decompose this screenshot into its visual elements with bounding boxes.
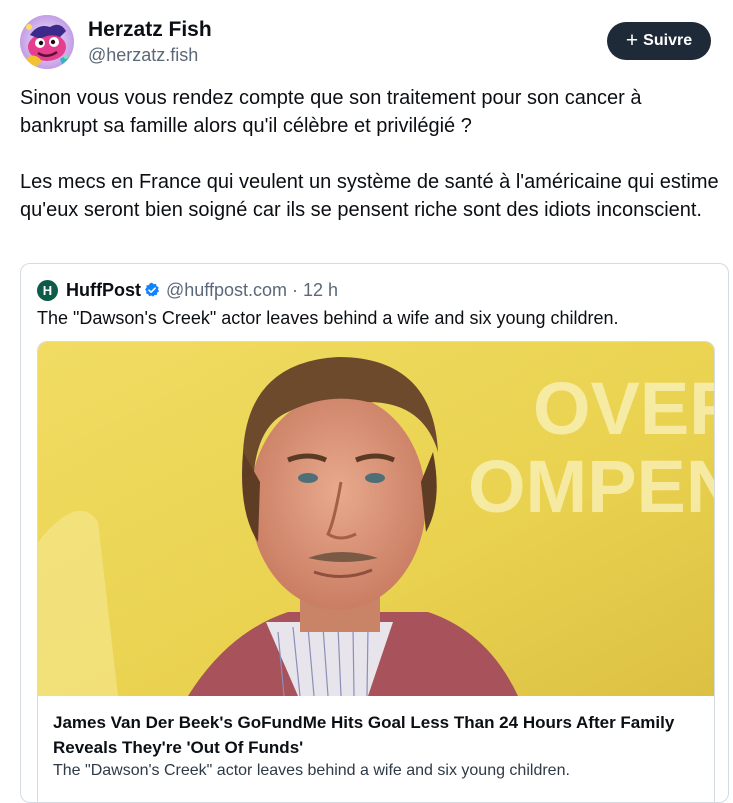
post-header: Herzatz Fish @herzatz.fish + Suivre [20,15,713,71]
huffpost-logo-icon: H [37,279,58,301]
link-card-image[interactable]: OVER OMPEN [38,342,714,696]
backdrop-text: OVER [533,367,714,450]
link-card-description: The "Dawson's Creek" actor leaves behind… [53,762,570,779]
link-card[interactable]: OVER OMPEN James Van Der Beek's [37,341,715,802]
verified-badge-icon [144,282,160,298]
post-paragraph: Sinon vous vous rendez compte que son tr… [20,87,642,137]
separator-dot: · [292,279,298,300]
quoted-author-handle[interactable]: @huffpost.com [166,280,287,301]
quoted-post[interactable]: H HuffPost @huffpost.com · 12 h The "Daw… [20,263,729,803]
post-paragraph: Les mecs en France qui veulent un systèm… [20,171,719,221]
link-card-title[interactable]: James Van Der Beek's GoFundMe Hits Goal … [53,710,703,760]
follow-button-label: Suivre [643,32,693,49]
follow-button[interactable]: + Suivre [607,22,711,60]
plus-icon: + [625,28,639,52]
quoted-post-text: The "Dawson's Creek" actor leaves behind… [37,308,619,328]
quoted-post-header: H HuffPost @huffpost.com · 12 h [37,279,338,301]
quoted-author-name[interactable]: HuffPost [66,280,141,301]
post-text: Sinon vous vous rendez compte que son tr… [20,84,720,224]
author-avatar[interactable] [20,15,74,69]
author-handle[interactable]: @herzatz.fish [88,45,198,66]
quoted-post-time[interactable]: 12 h [303,280,338,301]
author-display-name[interactable]: Herzatz Fish [88,18,212,42]
backdrop-text: OMPEN [468,445,714,528]
